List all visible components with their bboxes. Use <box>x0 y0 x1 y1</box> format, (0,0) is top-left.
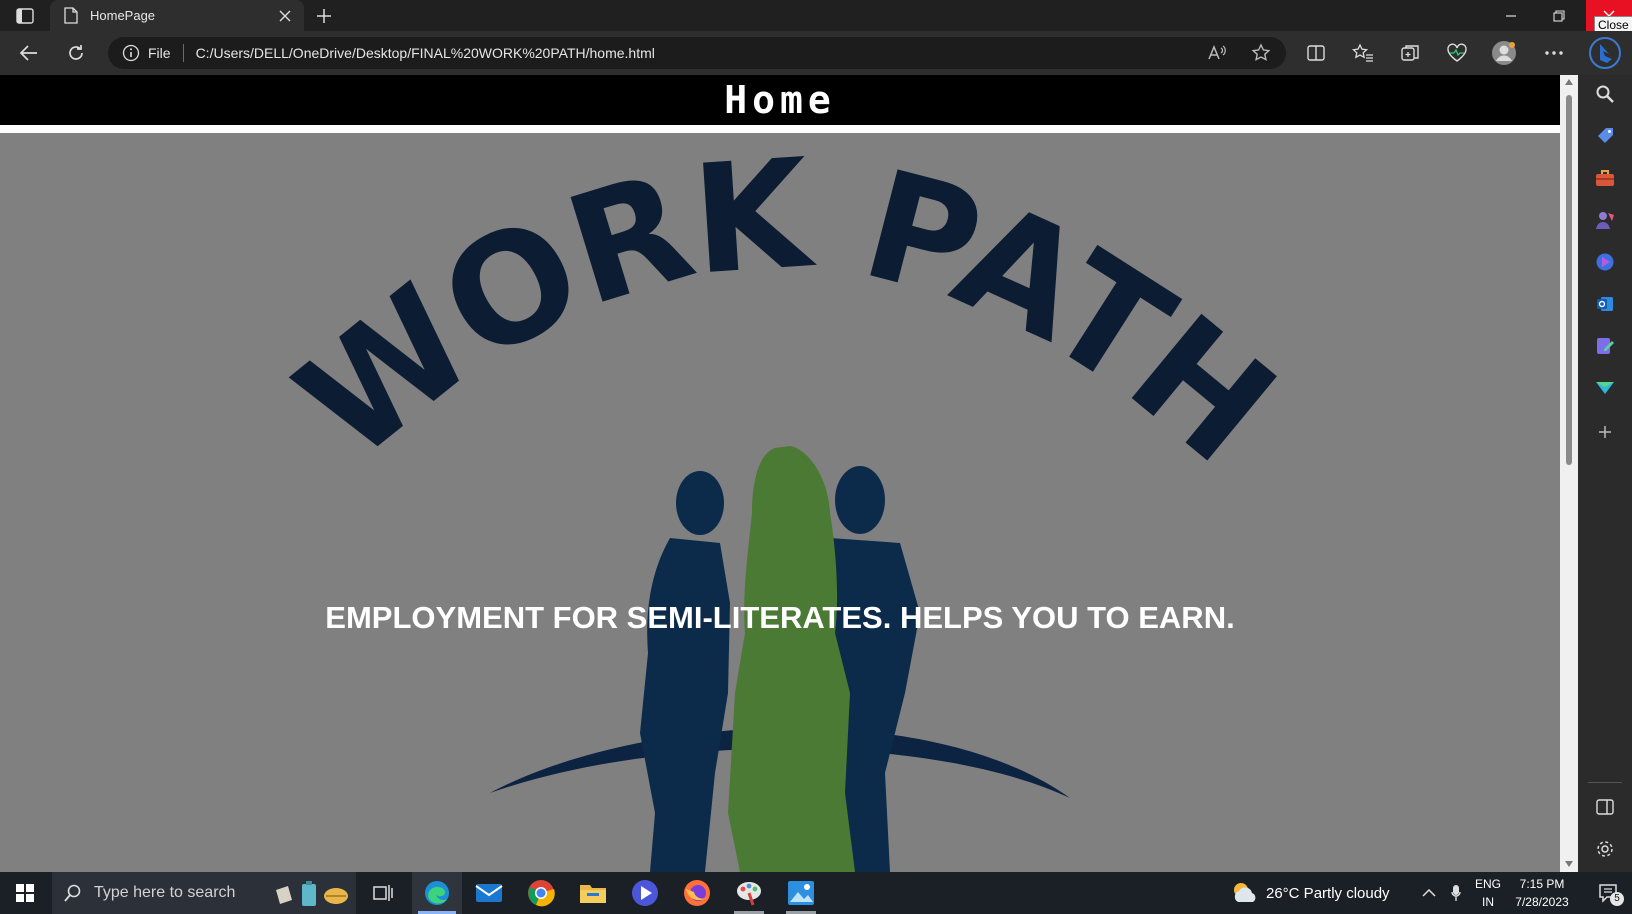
taskbar-clock[interactable]: 7:15 PM 7/28/2023 <box>1504 872 1580 914</box>
firefox-icon <box>684 880 710 906</box>
tab-title: HomePage <box>90 8 156 23</box>
favorites-icon[interactable] <box>1349 40 1377 66</box>
sidebar-hide-icon[interactable] <box>1591 793 1619 821</box>
taskbar-weather[interactable]: 26°C Partly cloudy <box>1230 872 1395 914</box>
logo-figure-center <box>728 446 855 872</box>
back-button[interactable] <box>15 40 43 66</box>
edge-icon <box>425 881 449 905</box>
lang-bottom: IN <box>1482 895 1494 909</box>
edge-sidebar <box>1578 75 1632 872</box>
microphone-icon[interactable] <box>1444 872 1468 914</box>
sidebar-games-icon[interactable] <box>1591 206 1619 234</box>
address-separator <box>182 44 184 62</box>
read-aloud-icon[interactable] <box>1202 38 1232 68</box>
media-player-icon <box>632 880 658 906</box>
refresh-button[interactable] <box>62 40 90 66</box>
taskbar-chrome-app[interactable] <box>516 872 566 914</box>
sidebar-divider <box>1588 782 1622 783</box>
info-icon[interactable] <box>122 44 140 62</box>
tab-actions-icon[interactable] <box>14 6 36 26</box>
scroll-down-icon[interactable] <box>1565 861 1573 867</box>
more-options-icon[interactable] <box>1540 40 1568 66</box>
page-scrollbar[interactable] <box>1560 75 1578 872</box>
split-screen-icon[interactable] <box>1302 40 1330 66</box>
sidebar-add-icon[interactable] <box>1591 418 1619 446</box>
profile-avatar-icon[interactable] <box>1490 40 1518 66</box>
lang-top: ENG <box>1474 877 1501 891</box>
task-view-icon[interactable] <box>362 872 404 914</box>
bing-copilot-icon[interactable] <box>1588 37 1622 69</box>
sidebar-drop-icon[interactable] <box>1591 332 1619 360</box>
browser-title-bar: HomePage Close <box>0 0 1632 34</box>
logo-word-work: WORK <box>267 133 819 493</box>
browser-tab-homepage[interactable]: HomePage <box>50 0 304 31</box>
url-text[interactable]: C:/Users/DELL/OneDrive/Desktop/FINAL%20W… <box>196 45 1202 61</box>
weather-text: 26°C Partly cloudy <box>1266 884 1390 902</box>
partly-cloudy-icon <box>1234 883 1256 902</box>
photos-icon <box>788 881 814 905</box>
sidebar-shopping-icon[interactable] <box>1591 122 1619 150</box>
scheme-label: File <box>148 45 171 61</box>
taskbar-search-placeholder: Type here to search <box>94 884 236 901</box>
tagline: EMPLOYMENT FOR SEMI-LITERATES. HELPS YOU… <box>325 600 1235 635</box>
taskbar-mail-app[interactable] <box>464 872 514 914</box>
collections-icon[interactable] <box>1396 40 1424 66</box>
sidebar-send-icon[interactable] <box>1591 374 1619 402</box>
page-header: Home <box>0 75 1560 133</box>
taskbar-media-player-app[interactable] <box>620 872 670 914</box>
clock-date: 7/28/2023 <box>1515 895 1569 909</box>
scroll-up-icon[interactable] <box>1565 79 1573 85</box>
sidebar-tools-icon[interactable] <box>1591 164 1619 192</box>
clock-time: 7:15 PM <box>1519 877 1565 891</box>
taskbar-firefox-app[interactable] <box>672 872 722 914</box>
windows-start-icon[interactable] <box>0 872 50 914</box>
page-icon <box>62 7 80 25</box>
sidebar-copilot-icon[interactable] <box>1591 248 1619 276</box>
page-viewport: Home WORK PATH EMPLOYMENT FOR SEMI-LITER… <box>0 75 1560 872</box>
taskbar-paint-app[interactable] <box>724 872 774 914</box>
windows-taskbar: Type here to search 26°C Partly cloudy E… <box>0 872 1632 914</box>
workpath-logo: WORK PATH <box>267 133 1307 872</box>
logo-wordmark: WORK PATH <box>267 133 1302 494</box>
sidebar-outlook-icon[interactable] <box>1591 290 1619 318</box>
notification-count-badge: 5 <box>1610 892 1624 906</box>
address-bar[interactable]: File C:/Users/DELL/OneDrive/Desktop/FINA… <box>108 37 1286 69</box>
chrome-icon <box>528 880 555 907</box>
hero-section: WORK PATH EMPLOYMENT FOR SEMI-LITERATES.… <box>0 133 1560 872</box>
show-hidden-icons-chevron-up-icon[interactable] <box>1416 872 1442 914</box>
browser-essentials-icon[interactable] <box>1443 40 1471 66</box>
browser-toolbar: File C:/Users/DELL/OneDrive/Desktop/FINA… <box>0 31 1632 75</box>
taskbar-photos-app[interactable] <box>776 872 826 914</box>
logo-word-path: PATH <box>848 138 1303 494</box>
page-title: Home <box>724 78 836 122</box>
folder-icon <box>580 885 606 903</box>
favorite-star-icon[interactable] <box>1246 38 1276 68</box>
taskbar-search-icon <box>64 884 81 902</box>
logo-figure-left <box>640 471 730 872</box>
sidebar-settings-gear-icon[interactable] <box>1591 835 1619 863</box>
restore-button[interactable] <box>1536 0 1582 31</box>
taskbar-search-box[interactable]: Type here to search <box>52 872 356 914</box>
tab-close-icon[interactable] <box>274 5 296 27</box>
minimize-button[interactable] <box>1488 0 1534 31</box>
paint-icon <box>737 882 761 906</box>
scroll-thumb[interactable] <box>1566 95 1572 465</box>
notification-center-icon[interactable]: 5 <box>1588 872 1630 914</box>
taskbar-file-explorer-app[interactable] <box>568 872 618 914</box>
search-highlight-travel-icon <box>276 881 348 906</box>
mail-icon <box>475 884 503 902</box>
sidebar-search-icon[interactable] <box>1591 80 1619 108</box>
new-tab-button[interactable] <box>312 5 336 27</box>
taskbar-edge-app[interactable] <box>412 872 462 914</box>
